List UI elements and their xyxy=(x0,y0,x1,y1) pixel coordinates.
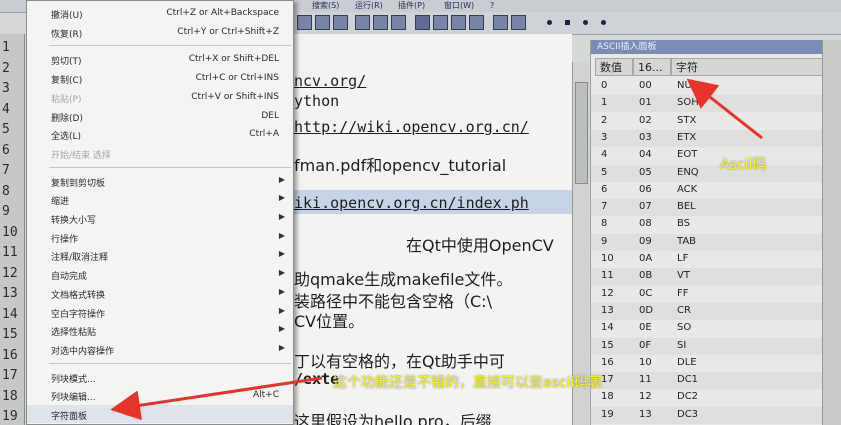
arrow-to-ascii-table xyxy=(686,78,763,140)
arrow-to-char-panel-item xyxy=(110,376,323,421)
feature-note-annotation: 这个功能还是不错的，直接可以查ascii码表 xyxy=(333,375,603,391)
annotation-arrows xyxy=(110,78,763,421)
ascii-label-annotation: Ascii码 xyxy=(720,157,767,173)
